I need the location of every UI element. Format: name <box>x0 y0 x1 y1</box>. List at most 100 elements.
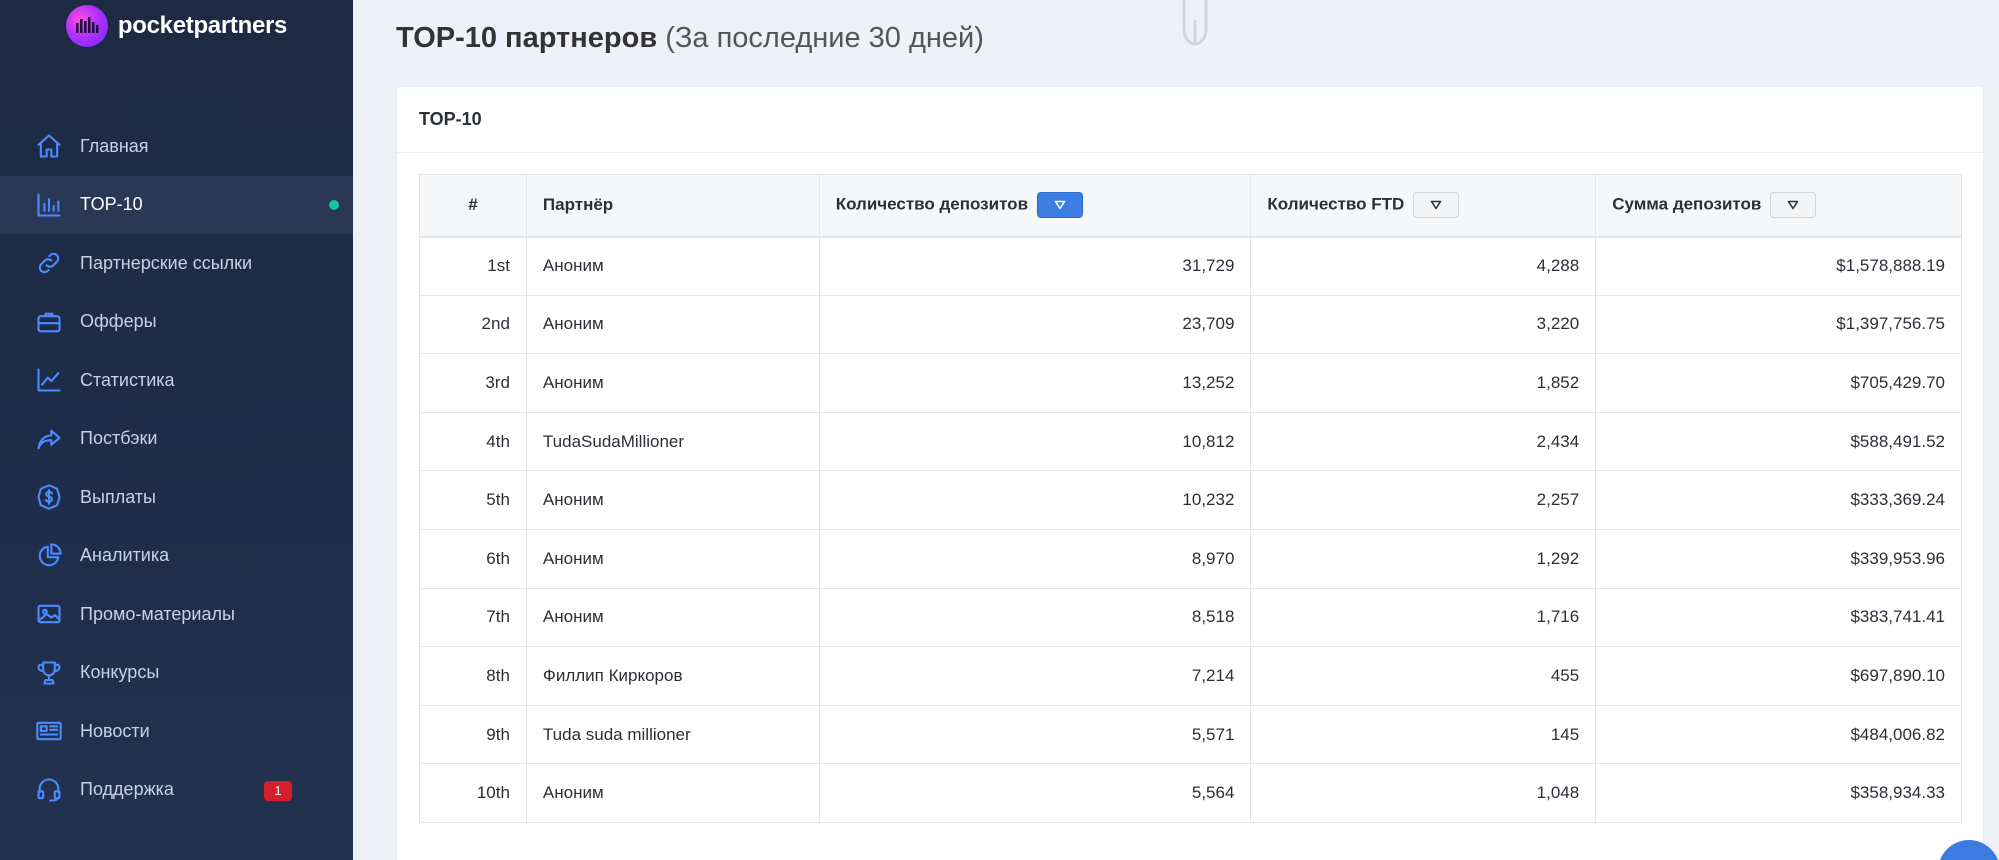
table-row: 9th Tuda suda millioner 5,571 145 $484,0… <box>419 704 1962 765</box>
brand-name: pocketpartners <box>117 12 288 39</box>
ftd-cell: 1,716 <box>1250 587 1597 648</box>
sidebar-item-top10[interactable]: TOP-10 <box>0 175 353 234</box>
sum-cell: $333,369.24 <box>1595 470 1962 530</box>
deposits-cell: 5,564 <box>818 763 1252 823</box>
sidebar-item-contests[interactable]: Конкурсы <box>0 644 353 703</box>
rank-cell: 10th <box>419 763 527 823</box>
page-title: TOP-10 партнеров (За последние 30 дней) <box>396 22 984 55</box>
partner-cell: Аноним <box>525 470 820 530</box>
deposits-cell: 8,970 <box>818 528 1252 589</box>
column-header-label: Количество FTD <box>1267 194 1405 214</box>
rank-cell: 3rd <box>419 353 527 413</box>
deposits-cell: 13,252 <box>818 353 1252 413</box>
ftd-cell: 3,220 <box>1250 294 1597 355</box>
ftd-cell: 1,292 <box>1250 528 1597 589</box>
table-row: 4th TudaSudaMillioner 10,812 2,434 $588,… <box>419 411 1962 472</box>
partner-cell: Аноним <box>525 528 820 589</box>
sidebar-item-partner-links[interactable]: Партнерские ссылки <box>0 234 353 293</box>
trend-icon <box>34 365 64 395</box>
brand-logo[interactable]: pocketpartners <box>0 0 353 56</box>
sum-cell: $1,578,888.19 <box>1595 236 1962 296</box>
sort-deposits-button[interactable] <box>1036 192 1083 219</box>
sum-cell: $588,491.52 <box>1595 411 1962 472</box>
page-title-main: TOP-10 партнеров <box>396 22 658 54</box>
sidebar-item-label: Партнерские ссылки <box>80 252 253 273</box>
partner-cell: Аноним <box>525 353 820 413</box>
sidebar-item-offers[interactable]: Офферы <box>0 293 353 352</box>
deposits-cell: 10,812 <box>818 411 1252 472</box>
trophy-icon <box>34 658 64 688</box>
sidebar-item-news[interactable]: Новости <box>0 702 353 761</box>
briefcase-icon <box>34 307 64 337</box>
ftd-cell: 4,288 <box>1250 236 1597 296</box>
pie-chart-icon <box>34 541 64 571</box>
sum-cell: $484,006.82 <box>1595 704 1962 765</box>
column-header-deposits: Количество депозитов <box>818 174 1252 238</box>
sum-cell: $339,953.96 <box>1595 528 1962 589</box>
sort-sum-button[interactable] <box>1770 192 1817 219</box>
sidebar-item-label: Статистика <box>80 369 175 390</box>
card-title: TOP-10 <box>397 87 1983 153</box>
rank-cell: 4th <box>419 411 527 472</box>
home-icon <box>34 131 64 161</box>
ftd-cell: 2,434 <box>1250 411 1597 472</box>
image-icon <box>34 599 64 629</box>
table-row: 10th Аноним 5,564 1,048 $358,934.33 <box>419 763 1962 823</box>
sidebar-item-support[interactable]: Поддержка 1 <box>0 761 353 820</box>
sidebar-item-home[interactable]: Главная <box>0 117 353 176</box>
sidebar-item-label: Поддержка <box>80 779 174 800</box>
sidebar-item-label: TOP-10 <box>80 194 143 215</box>
column-header-ftd: Количество FTD <box>1250 174 1597 238</box>
sidebar-item-statistics[interactable]: Статистика <box>0 351 353 410</box>
sidebar-nav: Главная TOP-10 Партнерские ссылки Офферы <box>0 117 353 819</box>
sidebar-item-postbacks[interactable]: Постбэки <box>0 410 353 469</box>
rank-cell: 8th <box>419 646 527 706</box>
partner-cell: Аноним <box>525 294 820 355</box>
deposits-cell: 7,214 <box>818 646 1252 706</box>
table-row: 6th Аноним 8,970 1,292 $339,953.96 <box>419 528 1962 589</box>
ftd-cell: 1,048 <box>1250 763 1597 823</box>
rank-cell: 2nd <box>419 294 527 355</box>
table-row: 2nd Аноним 23,709 3,220 $1,397,756.75 <box>419 294 1962 355</box>
table-row: 8th Филлип Киркоров 7,214 455 $697,890.1… <box>419 646 1962 706</box>
sidebar-item-analytics[interactable]: Аналитика <box>0 527 353 586</box>
sidebar-item-label: Аналитика <box>80 545 170 566</box>
coin-icon <box>34 482 64 512</box>
rank-cell: 6th <box>419 528 527 589</box>
sidebar-item-label: Промо-материалы <box>80 603 235 624</box>
ftd-cell: 145 <box>1250 704 1597 765</box>
sum-cell: $697,890.10 <box>1595 646 1962 706</box>
partner-cell: TudaSudaMillioner <box>525 411 820 472</box>
sum-cell: $383,741.41 <box>1595 587 1962 648</box>
sidebar-item-label: Офферы <box>80 311 157 332</box>
column-header-label: Количество депозитов <box>835 194 1029 214</box>
deposits-cell: 31,729 <box>818 236 1252 296</box>
sum-cell: $1,397,756.75 <box>1595 294 1962 355</box>
sidebar-item-label: Новости <box>80 720 150 741</box>
sidebar-item-payouts[interactable]: Выплаты <box>0 468 353 527</box>
column-header-sum: Сумма депозитов <box>1595 174 1962 238</box>
deposits-cell: 10,232 <box>818 470 1252 530</box>
ftd-cell: 1,852 <box>1250 353 1597 413</box>
sidebar-item-label: Конкурсы <box>80 662 160 683</box>
support-badge: 1 <box>264 780 292 801</box>
sidebar-item-label: Выплаты <box>80 486 156 507</box>
sidebar-item-promo[interactable]: Промо-материалы <box>0 585 353 644</box>
deposits-cell: 23,709 <box>818 294 1252 355</box>
partner-cell: Аноним <box>525 763 820 823</box>
active-status-dot <box>329 199 339 210</box>
headset-icon <box>34 775 64 805</box>
sort-ftd-button[interactable] <box>1413 192 1460 219</box>
rank-cell: 9th <box>419 704 527 765</box>
column-header-rank: # <box>419 174 527 238</box>
rank-cell: 5th <box>419 470 527 530</box>
deposits-cell: 5,571 <box>818 704 1252 765</box>
link-icon <box>34 248 64 278</box>
table-row: 1st Аноним 31,729 4,288 $1,578,888.19 <box>419 236 1962 296</box>
deposits-cell: 8,518 <box>818 587 1252 648</box>
sidebar-item-label: Главная <box>80 135 149 156</box>
sum-cell: $358,934.33 <box>1595 763 1962 823</box>
sidebar-item-label: Постбэки <box>80 428 158 449</box>
caret-down-icon <box>1054 200 1066 210</box>
rank-cell: 1st <box>419 236 527 296</box>
